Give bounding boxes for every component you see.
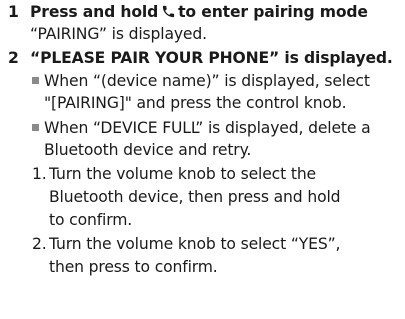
step-2-heading: 2 “PLEASE PAIR YOUR PHONE” is displayed. (8, 48, 393, 68)
bullet-text-continued: Bluetooth device and retry. (44, 141, 252, 159)
step-1-heading-text: Press and hold (30, 3, 159, 21)
substep-text-continued: Bluetooth device, then press and hold (49, 188, 341, 206)
step-1-heading: 1 Press and hold to enter pairing mode (8, 2, 368, 24)
substep-number: 2. (32, 235, 47, 253)
substep-text-continued: to confirm. (49, 211, 133, 229)
step-2-heading-text: “PLEASE PAIR YOUR PHONE” is displayed. (30, 49, 393, 67)
step-number: 1 (8, 3, 19, 21)
instruction-document: 1 Press and hold to enter pairing mode “PA… (0, 0, 405, 319)
bullet-square-icon (32, 124, 39, 131)
bullet-text: When “DEVICE FULL” is displayed, delete … (44, 119, 371, 137)
bullet-item: When “(device name)” is displayed, selec… (32, 71, 370, 91)
bullet-item: When “DEVICE FULL” is displayed, delete … (32, 118, 371, 138)
phone-icon (161, 4, 176, 24)
step-number: 2 (8, 49, 19, 67)
step-1-body: “PAIRING” is displayed. (30, 25, 207, 43)
bullet-square-icon (32, 77, 39, 84)
substep-text: Turn the volume knob to select “YES”, (49, 235, 341, 253)
substep-text-continued: then press to confirm. (49, 258, 218, 276)
substep-item: 1. Turn the volume knob to select the (32, 164, 316, 184)
bullet-text-continued: "[PAIRING]" and press the control knob. (44, 94, 347, 112)
step-1-heading-text-end: to enter pairing mode (178, 3, 368, 21)
bullet-text: When “(device name)” is displayed, selec… (44, 72, 370, 90)
substep-number: 1. (32, 165, 47, 183)
substep-item: 2. Turn the volume knob to select “YES”, (32, 234, 340, 254)
substep-text: Turn the volume knob to select the (49, 165, 316, 183)
